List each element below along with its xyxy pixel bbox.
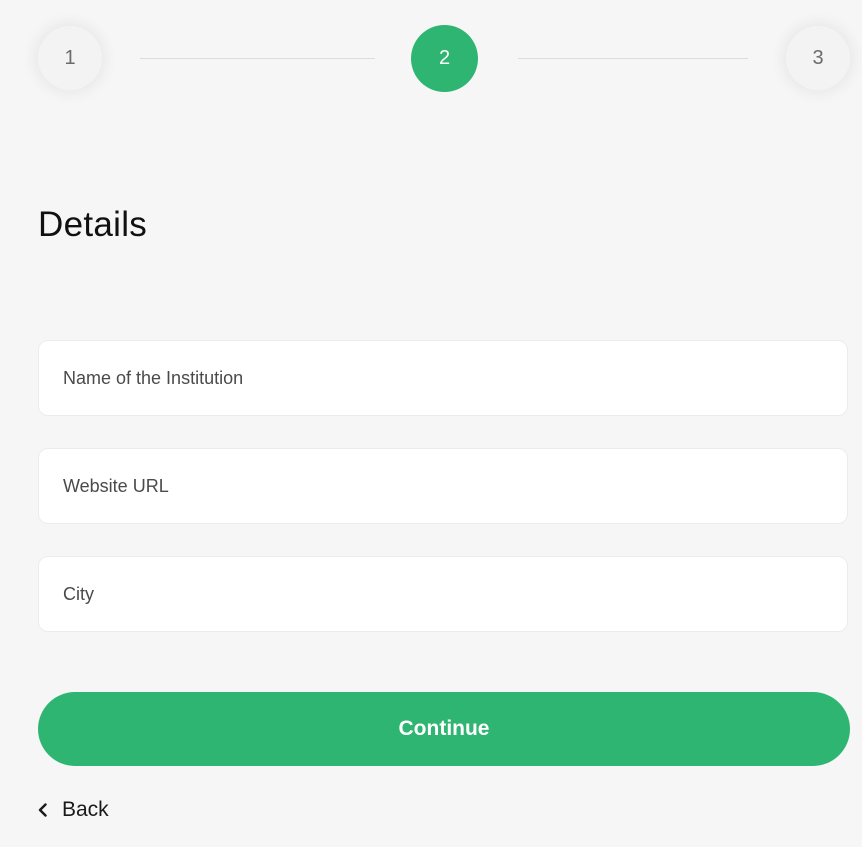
step-2-label: 2 (438, 47, 451, 69)
back-label: Back (62, 798, 109, 821)
step-connector-2 (518, 58, 748, 59)
institution-name-input[interactable] (39, 341, 847, 415)
step-3: 3 (786, 26, 850, 90)
step-connector-1 (140, 58, 375, 59)
back-link[interactable]: Back (38, 798, 109, 822)
continue-button[interactable]: Continue (38, 692, 850, 766)
city-field[interactable] (38, 556, 848, 632)
institution-name-field[interactable] (38, 340, 848, 416)
step-1: 1 (38, 26, 102, 90)
progress-stepper: 1 2 3 (0, 0, 862, 120)
website-url-field[interactable] (38, 448, 848, 524)
website-url-input[interactable] (39, 449, 847, 523)
step-3-label: 3 (812, 46, 824, 69)
city-input[interactable] (39, 557, 847, 631)
step-2: 2 (411, 25, 478, 92)
step-1-label: 1 (64, 46, 76, 69)
page-title: Details (38, 205, 148, 244)
chevron-left-icon (38, 803, 48, 817)
